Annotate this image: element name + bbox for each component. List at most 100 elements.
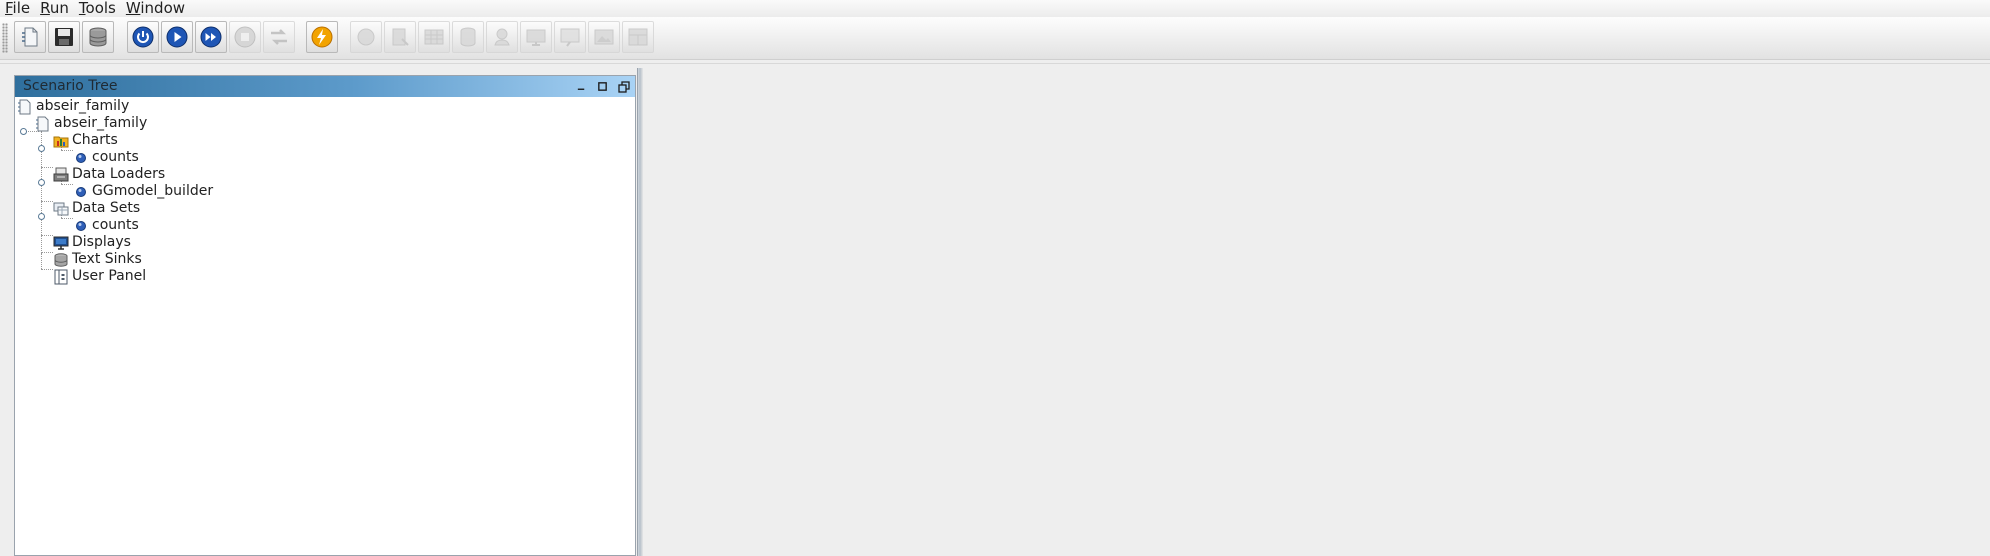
disabled-tool-8-icon (594, 29, 614, 45)
text-sink-icon (54, 252, 68, 267)
menu-file[interactable]: File (0, 0, 35, 17)
tree-line (41, 235, 53, 236)
tree-text-sinks[interactable]: Text Sinks (53, 251, 142, 268)
disabled-tool-7-button[interactable] (554, 21, 586, 53)
disabled-tool-6-icon (526, 29, 546, 46)
menu-window[interactable]: Window (121, 0, 190, 17)
disabled-tool-2-icon (392, 28, 409, 46)
user-panel-icon (54, 269, 68, 284)
menu-bar: File Run Tools Window (0, 0, 1990, 17)
tree-line (41, 253, 42, 269)
reset-icon (271, 29, 287, 45)
disabled-tool-9-button[interactable] (622, 21, 654, 53)
tree-scenario[interactable]: abseir_family (35, 115, 147, 132)
document-icon (36, 116, 49, 131)
run-icon (166, 26, 188, 48)
tree-displays[interactable]: Displays (53, 234, 131, 251)
minimize-button[interactable] (574, 79, 589, 94)
toolbar (0, 17, 1990, 60)
database-icon (89, 27, 107, 47)
tree-text-sinks-label: Text Sinks (72, 251, 142, 267)
document-icon (18, 99, 31, 114)
step-forward-button[interactable] (195, 21, 227, 53)
stop-button[interactable] (229, 21, 261, 53)
tree-line (61, 218, 73, 219)
tree-line (41, 201, 53, 202)
new-scenario-icon (22, 27, 38, 47)
menu-file-mnemonic: F (5, 0, 13, 17)
disabled-tool-3-icon (424, 29, 444, 45)
disabled-tool-8-button[interactable] (588, 21, 620, 53)
tree-line (41, 269, 53, 270)
scenario-toggle[interactable] (20, 128, 27, 135)
minimize-icon (577, 88, 585, 90)
charts-toggle[interactable] (38, 145, 45, 152)
split-pane-divider[interactable] (637, 68, 643, 556)
tree-loader-item-label: GGmodel_builder (92, 183, 214, 199)
tree-data-sets[interactable]: Data Sets (53, 200, 140, 217)
reset-button[interactable] (263, 21, 295, 53)
tree-loader-item[interactable]: GGmodel_builder (73, 183, 213, 200)
initialize-button[interactable] (127, 21, 159, 53)
maximize-button[interactable] (595, 79, 610, 94)
lightning-button[interactable] (306, 21, 338, 53)
tree-line (41, 167, 53, 168)
tree-root-label: abseir_family (36, 98, 130, 114)
menu-run-mnemonic: R (40, 0, 50, 17)
data-sets-icon (53, 202, 69, 215)
data-loader-icon (53, 167, 69, 181)
data-sets-toggle[interactable] (38, 213, 45, 220)
float-button[interactable] (616, 79, 631, 94)
menu-file-label: ile (12, 0, 31, 17)
tree-dataset-counts[interactable]: counts (73, 217, 139, 234)
tree-data-sets-label: Data Sets (72, 200, 141, 216)
tree-line (61, 150, 73, 151)
disabled-tool-7-icon (560, 28, 580, 47)
tree-user-panel[interactable]: User Panel (53, 268, 146, 285)
run-button[interactable] (161, 21, 193, 53)
chart-folder-icon (53, 136, 69, 147)
disabled-tool-3-button[interactable] (418, 21, 450, 53)
disabled-tool-4-button[interactable] (452, 21, 484, 53)
database-button[interactable] (82, 21, 114, 53)
tree-root[interactable]: abseir_family (17, 98, 129, 115)
menu-tools-label: ools (85, 0, 116, 17)
disabled-tool-1-icon (357, 28, 375, 46)
tree-charts[interactable]: Charts (53, 132, 118, 149)
disabled-tool-4-icon (460, 27, 476, 47)
tree-chart-counts[interactable]: counts (73, 149, 139, 166)
data-loaders-toggle[interactable] (38, 179, 45, 186)
leaf-bullet-icon (76, 220, 86, 231)
menu-tools-mnemonic: T (78, 0, 86, 17)
disabled-tool-1-button[interactable] (350, 21, 382, 53)
disabled-tool-5-button[interactable] (486, 21, 518, 53)
tree-chart-counts-label: counts (92, 149, 139, 165)
tree-data-loaders-label: Data Loaders (72, 166, 166, 182)
stop-icon (234, 26, 256, 48)
scenario-tree-panel: Scenario Tree abseir_family abseir_famil… (14, 75, 636, 556)
leaf-bullet-icon (76, 152, 86, 163)
disabled-tool-2-button[interactable] (384, 21, 416, 53)
disabled-tool-5-icon (494, 28, 510, 46)
disabled-tool-9-icon (628, 28, 648, 46)
save-button[interactable] (48, 21, 80, 53)
new-scenario-button[interactable] (14, 21, 46, 53)
maximize-icon (598, 82, 607, 91)
toolbar-separator (0, 63, 1990, 64)
menu-window-mnemonic: W (125, 0, 141, 17)
tree-scenario-label: abseir_family (54, 115, 148, 131)
tree-data-loaders[interactable]: Data Loaders (53, 166, 165, 183)
toolbar-grip[interactable] (2, 23, 8, 53)
desktop-area (644, 68, 1990, 556)
panel-header[interactable]: Scenario Tree (15, 76, 635, 97)
tree-dataset-counts-label: counts (92, 217, 139, 233)
tree-line (61, 184, 73, 185)
tree-line (41, 252, 53, 253)
step-forward-icon (200, 26, 222, 48)
menu-tools[interactable]: Tools (74, 0, 121, 17)
scenario-tree: abseir_family abseir_family Charts count… (15, 98, 635, 554)
disabled-tool-6-button[interactable] (520, 21, 552, 53)
tree-displays-label: Displays (72, 234, 131, 250)
float-icon (617, 80, 630, 93)
menu-run[interactable]: Run (35, 0, 74, 17)
